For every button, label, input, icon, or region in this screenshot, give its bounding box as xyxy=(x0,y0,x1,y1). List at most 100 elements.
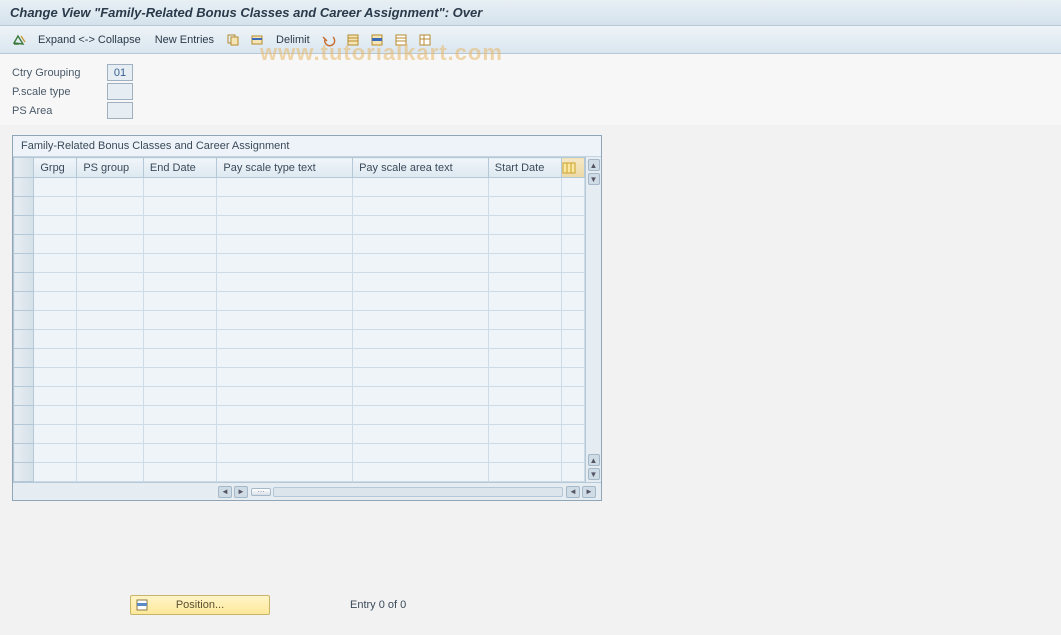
col-start-date[interactable]: Start Date xyxy=(488,158,562,178)
cell[interactable] xyxy=(353,311,489,330)
cell[interactable] xyxy=(77,178,144,197)
cell[interactable] xyxy=(217,178,353,197)
cell[interactable] xyxy=(488,216,562,235)
cell[interactable] xyxy=(353,292,489,311)
cell[interactable] xyxy=(77,463,144,482)
cell[interactable] xyxy=(34,463,77,482)
pscale-type-input[interactable] xyxy=(107,83,133,100)
deselect-all-icon[interactable] xyxy=(392,31,410,49)
cell[interactable] xyxy=(488,463,562,482)
cell[interactable] xyxy=(77,235,144,254)
cell[interactable] xyxy=(562,463,585,482)
position-button[interactable]: Position... xyxy=(130,595,270,615)
cell[interactable] xyxy=(143,406,217,425)
scroll-left-icon[interactable]: ◄ xyxy=(218,486,232,498)
cell[interactable] xyxy=(34,368,77,387)
row-selector[interactable] xyxy=(14,387,34,406)
cell[interactable] xyxy=(562,235,585,254)
row-selector[interactable] xyxy=(14,444,34,463)
cell[interactable] xyxy=(34,349,77,368)
scroll-up-icon[interactable]: ▲ xyxy=(588,159,600,171)
cell[interactable] xyxy=(217,216,353,235)
cell[interactable] xyxy=(488,311,562,330)
cell[interactable] xyxy=(143,349,217,368)
cell[interactable] xyxy=(488,254,562,273)
col-pay-scale-area-text[interactable]: Pay scale area text xyxy=(353,158,489,178)
row-selector[interactable] xyxy=(14,425,34,444)
cell[interactable] xyxy=(143,235,217,254)
scroll-down-bottom-icon[interactable]: ▼ xyxy=(588,468,600,480)
cell[interactable] xyxy=(353,254,489,273)
row-selector[interactable] xyxy=(14,463,34,482)
cell[interactable] xyxy=(143,178,217,197)
cell[interactable] xyxy=(34,273,77,292)
select-all-icon[interactable] xyxy=(344,31,362,49)
col-ps-group[interactable]: PS group xyxy=(77,158,144,178)
cell[interactable] xyxy=(34,235,77,254)
cell[interactable] xyxy=(77,273,144,292)
cell[interactable] xyxy=(562,311,585,330)
cell[interactable] xyxy=(77,292,144,311)
cell[interactable] xyxy=(562,330,585,349)
other-view-icon[interactable] xyxy=(10,31,28,49)
config-icon[interactable] xyxy=(416,31,434,49)
cell[interactable] xyxy=(143,368,217,387)
cell[interactable] xyxy=(488,292,562,311)
cell[interactable] xyxy=(34,292,77,311)
cell[interactable] xyxy=(77,368,144,387)
row-selector[interactable] xyxy=(14,330,34,349)
cell[interactable] xyxy=(34,197,77,216)
cell[interactable] xyxy=(217,197,353,216)
scroll-drag-handle[interactable]: ⋯ xyxy=(251,488,271,496)
row-selector[interactable] xyxy=(14,178,34,197)
col-config[interactable] xyxy=(562,158,585,178)
ps-area-input[interactable] xyxy=(107,102,133,119)
table-row[interactable] xyxy=(14,463,585,482)
cell[interactable] xyxy=(562,273,585,292)
cell[interactable] xyxy=(488,178,562,197)
select-block-icon[interactable] xyxy=(368,31,386,49)
cell[interactable] xyxy=(77,444,144,463)
table-row[interactable] xyxy=(14,349,585,368)
cell[interactable] xyxy=(217,406,353,425)
cell[interactable] xyxy=(562,387,585,406)
cell[interactable] xyxy=(562,444,585,463)
table-row[interactable] xyxy=(14,273,585,292)
cell[interactable] xyxy=(217,235,353,254)
cell[interactable] xyxy=(143,216,217,235)
table-row[interactable] xyxy=(14,216,585,235)
vertical-scrollbar[interactable]: ▲ ▼ ▲ ▼ xyxy=(585,157,601,482)
cell[interactable] xyxy=(353,330,489,349)
cell[interactable] xyxy=(217,444,353,463)
cell[interactable] xyxy=(143,254,217,273)
cell[interactable] xyxy=(34,406,77,425)
cell[interactable] xyxy=(217,292,353,311)
table-row[interactable] xyxy=(14,425,585,444)
cell[interactable] xyxy=(488,349,562,368)
cell[interactable] xyxy=(77,330,144,349)
scroll-down-icon[interactable]: ▼ xyxy=(588,173,600,185)
cell[interactable] xyxy=(488,330,562,349)
table-row[interactable] xyxy=(14,368,585,387)
table-row[interactable] xyxy=(14,197,585,216)
table-row[interactable] xyxy=(14,292,585,311)
cell[interactable] xyxy=(143,444,217,463)
table-row[interactable] xyxy=(14,254,585,273)
table-row[interactable] xyxy=(14,387,585,406)
cell[interactable] xyxy=(488,197,562,216)
cell[interactable] xyxy=(34,254,77,273)
cell[interactable] xyxy=(353,425,489,444)
cell[interactable] xyxy=(353,406,489,425)
cell[interactable] xyxy=(353,178,489,197)
cell[interactable] xyxy=(143,292,217,311)
cell[interactable] xyxy=(143,197,217,216)
cell[interactable] xyxy=(77,406,144,425)
cell[interactable] xyxy=(353,235,489,254)
cell[interactable] xyxy=(143,463,217,482)
cell[interactable] xyxy=(34,387,77,406)
cell[interactable] xyxy=(143,387,217,406)
row-selector[interactable] xyxy=(14,197,34,216)
scroll-up-bottom-icon[interactable]: ▲ xyxy=(588,454,600,466)
cell[interactable] xyxy=(353,349,489,368)
table-row[interactable] xyxy=(14,406,585,425)
